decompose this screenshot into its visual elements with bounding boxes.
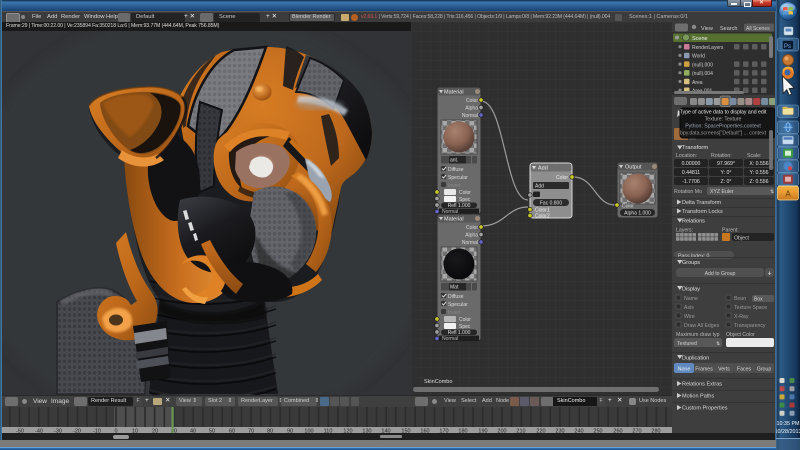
svg-text:Normal: Normal [442, 336, 458, 342]
svg-text:Axis: Axis [684, 305, 694, 311]
svg-text:Area: Area [692, 80, 703, 86]
svg-text:Transparency: Transparency [734, 323, 766, 329]
svg-text:Duplication: Duplication [682, 356, 709, 362]
svg-text:Parent:: Parent: [722, 228, 739, 234]
svg-text:Material: Material [444, 217, 464, 223]
svg-text:(null).000: (null).000 [692, 62, 713, 68]
svg-text:Color: Color [556, 175, 568, 181]
svg-text:Add to Group: Add to Group [705, 271, 736, 277]
svg-text:Z: 0.556: Z: 0.556 [749, 179, 768, 185]
svg-text:Box: Box [754, 297, 763, 303]
svg-text:Wire: Wire [684, 314, 695, 320]
svg-text:Alpha: Alpha [465, 233, 478, 239]
svg-text:None: None [678, 367, 691, 373]
svg-text:Specular: Specular [448, 175, 468, 181]
svg-text:Layers:: Layers: [676, 228, 693, 234]
svg-text:Specular: Specular [448, 302, 468, 308]
svg-text:Faces: Faces [737, 367, 752, 373]
svg-text:Name: Name [684, 296, 698, 302]
svg-text:-1.7706: -1.7706 [682, 179, 700, 185]
svg-text:View: View [701, 26, 713, 32]
svg-text:Boun: Boun [734, 296, 746, 302]
svg-text:Transform Locks: Transform Locks [682, 209, 723, 215]
svg-text:X-Ray: X-Ray [734, 314, 749, 320]
svg-text:Invert: Invert [448, 310, 461, 316]
svg-text:Object Color: Object Color [726, 332, 755, 338]
svg-text:Color2: Color2 [535, 214, 550, 220]
svg-text:World: World [692, 54, 705, 60]
svg-text:Color: Color [466, 98, 478, 104]
svg-text:Diffuse: Diffuse [448, 294, 464, 300]
svg-text:Rotation Mo: Rotation Mo [674, 189, 702, 195]
svg-text:Scale:: Scale: [747, 153, 761, 159]
svg-text:0.44811: 0.44811 [682, 170, 700, 176]
svg-text:Add: Add [535, 184, 544, 190]
svg-text:Group: Group [757, 367, 772, 373]
svg-text:+: + [767, 271, 771, 278]
svg-text:XYZ Euler: XYZ Euler [710, 189, 734, 195]
svg-text:RenderLayers: RenderLayers [692, 45, 724, 51]
svg-text:Transform: Transform [682, 145, 708, 151]
svg-text:Alpha: Alpha [465, 106, 478, 112]
svg-text:Display: Display [682, 287, 700, 293]
svg-text:Fac 0.800: Fac 0.800 [540, 201, 562, 207]
svg-text:Frames: Frames [695, 367, 713, 373]
svg-text:Color: Color [622, 204, 634, 210]
svg-text:Relations: Relations [682, 219, 705, 225]
svg-text:Y: 0.556: Y: 0.556 [749, 170, 768, 176]
svg-text:ant.: ant. [450, 158, 458, 164]
svg-text:Diffuse: Diffuse [448, 167, 464, 173]
svg-text:97.969°: 97.969° [717, 161, 735, 167]
svg-text:10/28/2013: 10/28/2013 [776, 429, 800, 435]
svg-text:Location:: Location: [676, 153, 697, 159]
svg-text:Z: 0°: Z: 0° [720, 179, 731, 185]
svg-text:Color: Color [459, 317, 471, 323]
svg-text:Maximum draw typ: Maximum draw typ [676, 332, 720, 338]
svg-text:Output: Output [625, 165, 642, 171]
svg-text:Delta Transform: Delta Transform [682, 200, 722, 206]
svg-text:Groups: Groups [682, 260, 700, 266]
svg-text:⇅: ⇅ [770, 189, 774, 195]
svg-text:Draw All Edges: Draw All Edges [684, 323, 720, 329]
svg-text:Normal: Normal [462, 113, 478, 119]
svg-text:Texture Space: Texture Space [734, 305, 767, 311]
svg-text:Python: SpaceProperties.contex: Python: SpaceProperties.context [685, 124, 761, 130]
svg-text:Custom Properties: Custom Properties [682, 406, 728, 412]
svg-text:Add: Add [538, 166, 548, 172]
svg-text:Invert: Invert [448, 183, 461, 189]
svg-text:Color: Color [466, 225, 478, 231]
svg-text:Color: Color [459, 190, 471, 196]
svg-text:Mat: Mat [450, 285, 459, 291]
svg-text:⇅: ⇅ [716, 341, 720, 347]
svg-text:Normal: Normal [462, 240, 478, 246]
svg-text:Object: Object [734, 236, 750, 242]
svg-text:Material: Material [444, 90, 464, 96]
svg-text:Type of active data to display: Type of active data to display and edit [680, 110, 767, 116]
svg-text:Alpha 1.000: Alpha 1.000 [624, 211, 651, 217]
svg-text:Verts: Verts [718, 367, 730, 373]
svg-text:10:35 PM: 10:35 PM [776, 421, 800, 427]
svg-text:bpy.data.screens["Default"] ..: bpy.data.screens["Default"] ... context [680, 131, 767, 137]
svg-text:X: 0.556: X: 0.556 [749, 161, 768, 167]
svg-text:Texture: Texture: Texture: Texture [705, 117, 742, 123]
svg-text:Motion Paths: Motion Paths [682, 394, 714, 400]
svg-text:Textured: Textured [677, 341, 697, 347]
svg-text:All Scenes: All Scenes [746, 26, 770, 32]
svg-text:A: A [785, 190, 791, 199]
svg-text:Search: Search [720, 26, 737, 32]
svg-text:Pass Index: 0: Pass Index: 0 [678, 254, 710, 260]
svg-text:Rotation:: Rotation: [711, 153, 732, 159]
svg-text:(null).004: (null).004 [692, 71, 713, 77]
svg-text:Ps: Ps [784, 44, 791, 50]
svg-text:Scene: Scene [692, 36, 708, 42]
svg-text:Relations Extras: Relations Extras [682, 382, 722, 388]
svg-text:0.00000: 0.00000 [682, 161, 701, 167]
svg-text:Y: 0°: Y: 0° [720, 170, 731, 176]
